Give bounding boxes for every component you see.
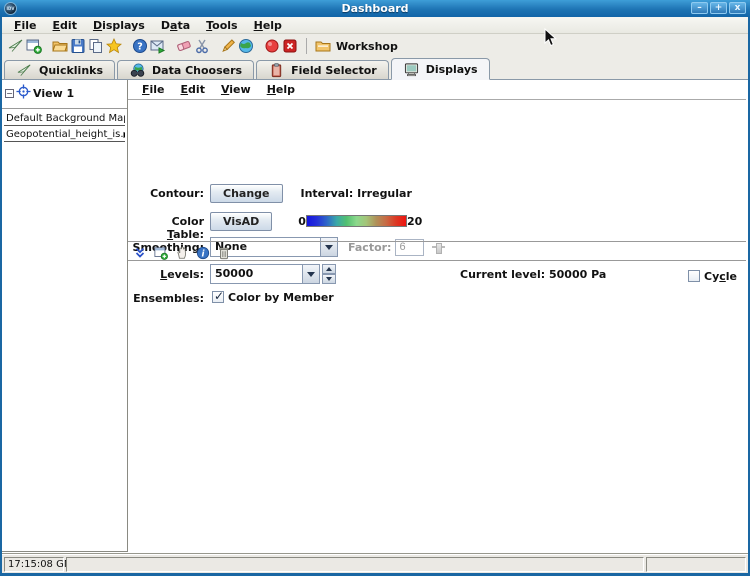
tree-separator <box>2 108 127 109</box>
panel-separator <box>128 260 746 261</box>
contour-change-button[interactable]: Change <box>210 184 283 203</box>
color-range-max: 20 <box>407 215 422 228</box>
crosshair-target-icon <box>16 84 31 103</box>
levels-spinner[interactable] <box>322 264 336 284</box>
menu-edit[interactable]: Edit <box>173 83 213 96</box>
workshop-label: Workshop <box>336 40 398 53</box>
menu-data[interactable]: Data <box>153 19 198 32</box>
eraser-icon[interactable] <box>175 38 192 55</box>
display-control-panel: FileEditViewHelp Contour: Change Interva… <box>128 80 746 553</box>
menu-help[interactable]: Help <box>259 83 303 96</box>
new-window-icon[interactable] <box>25 38 42 55</box>
tab-label: Displays <box>426 63 478 76</box>
tab-quicklinks[interactable]: Quicklinks <box>4 60 115 79</box>
view-tree-panel: − View 1 Default Background Maps Geopoten… <box>2 80 128 552</box>
help-icon[interactable]: ? <box>131 38 148 55</box>
mouse-cursor <box>544 28 557 47</box>
open-folder-icon[interactable] <box>51 38 68 55</box>
collapse-chevrons-icon[interactable] <box>131 244 148 261</box>
status-message-area <box>66 557 644 572</box>
workshop-button[interactable]: Workshop <box>314 38 398 55</box>
menu-file[interactable]: File <box>6 19 45 32</box>
tab-field-selector[interactable]: Field Selector <box>256 60 389 79</box>
levels-value: 50000 <box>211 265 302 283</box>
tab-label: Field Selector <box>291 64 377 77</box>
tree-item-default-background-maps[interactable]: Default Background Maps <box>4 112 125 126</box>
expand-arrow-icon: ▶ <box>124 130 125 139</box>
menu-tools[interactable]: Tools <box>198 19 245 32</box>
record-icon[interactable] <box>263 38 280 55</box>
display-menu-separator <box>128 99 746 100</box>
display-mini-toolbar: i <box>131 244 233 261</box>
trash-icon[interactable] <box>215 244 232 261</box>
quicklinks-dart-icon[interactable] <box>7 38 24 55</box>
combo-dropdown-icon[interactable] <box>302 265 319 283</box>
tab-label: Quicklinks <box>39 64 103 77</box>
new-window-icon[interactable] <box>152 244 169 261</box>
contour-label: Contour: <box>132 187 204 200</box>
memory-indicator-area <box>646 557 746 572</box>
stop-x-icon[interactable] <box>281 38 298 55</box>
info-icon[interactable]: i <box>194 244 211 261</box>
main-toolbar: ? Workshop <box>2 34 748 58</box>
save-icon[interactable] <box>69 38 86 55</box>
panel-separator <box>128 241 746 242</box>
color-by-member-label: Color by Member <box>228 291 334 304</box>
contour-interval-text: Interval: Irregular <box>301 187 412 200</box>
clock-display: 17:15:08 GMT <box>4 557 64 572</box>
color-range-min: 0 <box>298 215 306 228</box>
menu-help[interactable]: Help <box>246 19 290 32</box>
app-logo-icon: IDV <box>4 2 17 15</box>
menu-edit[interactable]: Edit <box>45 19 85 32</box>
clipboard-icon <box>268 62 285 79</box>
display-menu-bar: FileEditViewHelp <box>128 80 746 99</box>
levels-label: Levels: <box>132 268 204 281</box>
tree-item-geopotential-height-is-[interactable]: Geopotential_height_is.▶ <box>4 128 125 142</box>
spin-up-icon[interactable] <box>322 264 336 274</box>
binoculars-globe-icon <box>129 62 146 79</box>
main-menu-bar: FileEditDisplaysDataToolsHelp <box>2 17 748 34</box>
title-bar[interactable]: IDV Dashboard –+x <box>0 0 750 17</box>
color-table-button[interactable]: VisAD <box>210 212 272 231</box>
edit-pencil-icon[interactable] <box>219 38 236 55</box>
status-bar: 17:15:08 GMT <box>2 556 748 573</box>
menu-file[interactable]: File <box>134 83 173 96</box>
cycle-label: Cycle <box>704 270 737 283</box>
menu-view[interactable]: View <box>213 83 259 96</box>
monitor-icon <box>403 61 420 78</box>
maximize-button[interactable]: + <box>710 2 727 14</box>
svg-text:?: ? <box>137 42 143 53</box>
factor-slider-icon <box>432 243 445 252</box>
send-message-icon[interactable] <box>149 38 166 55</box>
color-table-preview[interactable] <box>306 215 407 227</box>
levels-combobox[interactable]: 50000 <box>210 264 320 284</box>
factor-label: Factor: <box>348 241 391 254</box>
tab-displays[interactable]: Displays <box>391 58 490 80</box>
cycle-checkbox[interactable] <box>688 270 700 282</box>
tab-label: Data Choosers <box>152 64 242 77</box>
dashboard-window: IDV Dashboard –+x FileEditDisplaysDataTo… <box>0 0 750 576</box>
tree-collapse-icon[interactable]: − <box>5 89 14 98</box>
pan-hand-icon[interactable] <box>173 244 190 261</box>
minimize-button[interactable]: – <box>691 2 708 14</box>
window-title: Dashboard <box>0 2 750 15</box>
toolbar-separator <box>306 38 307 54</box>
globe-icon[interactable] <box>237 38 254 55</box>
color-by-member-checkbox[interactable] <box>212 291 224 303</box>
menu-displays[interactable]: Displays <box>85 19 153 32</box>
workshop-folder-icon <box>314 38 331 55</box>
favorite-star-icon[interactable] <box>105 38 122 55</box>
current-level-text: Current level: 50000 Pa <box>460 268 606 281</box>
cut-scissors-icon[interactable] <box>193 38 210 55</box>
quicklinks-dart-icon <box>16 62 33 79</box>
close-button[interactable]: x <box>729 2 746 14</box>
color-table-label: Color Table: <box>132 215 204 241</box>
view-node-label: View 1 <box>33 87 74 100</box>
copy-icon[interactable] <box>87 38 104 55</box>
tab-data-choosers[interactable]: Data Choosers <box>117 60 254 79</box>
ensembles-label: Ensembles: <box>132 292 204 305</box>
spin-down-icon[interactable] <box>322 274 336 284</box>
tree-node-view1[interactable]: − View 1 <box>2 80 127 106</box>
tab-bar: Quicklinks Data Choosers Field Selector Dis… <box>2 58 748 80</box>
